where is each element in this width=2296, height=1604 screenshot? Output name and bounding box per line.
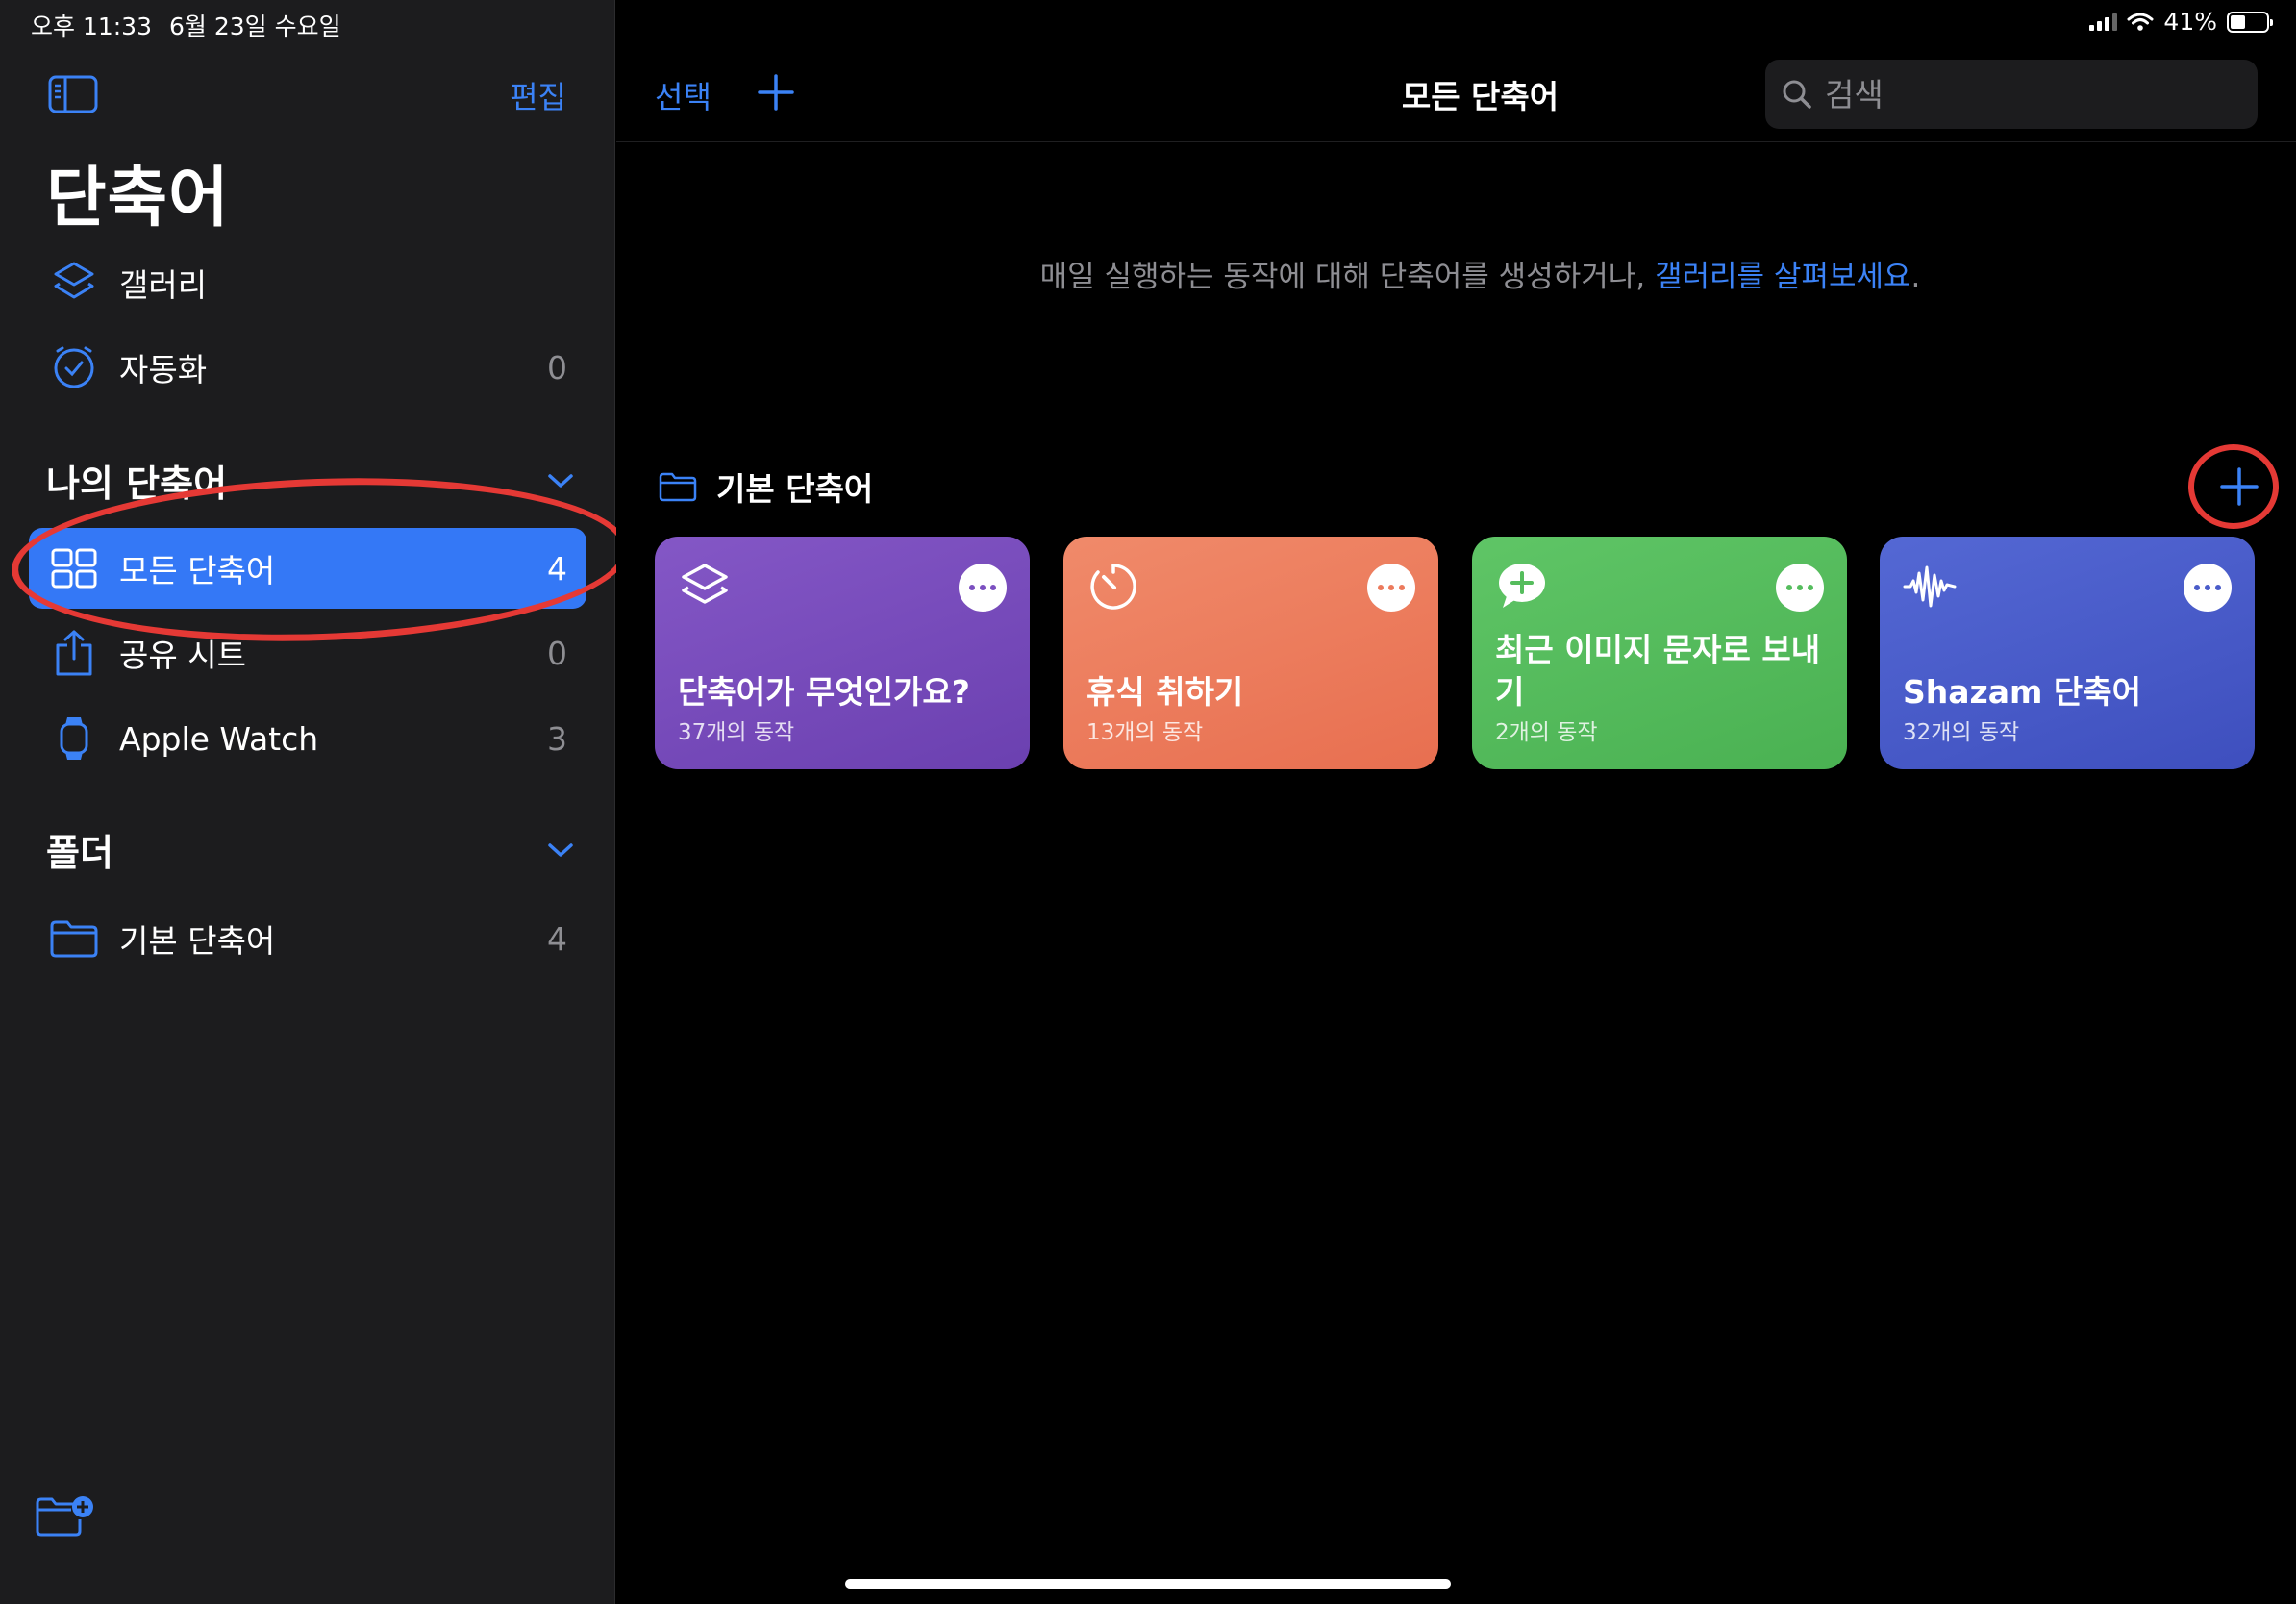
shortcut-title: 최근 이미지 문자로 보내기 [1495, 631, 1821, 711]
sidebar-item-label: 자동화 [119, 351, 208, 388]
sidebar-item-count: 4 [547, 549, 567, 588]
sidebar-item-label: 갤러리 [119, 266, 208, 304]
sidebar-item-count: 4 [547, 919, 567, 958]
app-title: 단축어 [46, 161, 230, 237]
shortcut-card[interactable]: 최근 이미지 문자로 보내기 2개의 동작 [1472, 537, 1847, 769]
folder-icon [48, 913, 100, 965]
home-indicator[interactable] [845, 1579, 1451, 1589]
layers-icon [682, 564, 728, 604]
shortcut-action-count: 13개의 동작 [1086, 720, 1204, 745]
sidebar-item-automation[interactable]: 자동화 0 [29, 327, 586, 408]
shortcut-title: 휴식 취하기 [1086, 673, 1244, 711]
search-icon [1783, 80, 1811, 109]
shortcut-action-count: 37개의 동작 [678, 720, 795, 745]
chevron-down-icon[interactable] [546, 840, 575, 860]
timer-icon [1090, 564, 1136, 610]
section-title: 폴더 [46, 832, 113, 874]
folder-title: 기본 단축어 [716, 470, 874, 508]
folder-section-header: 기본 단축어 [659, 464, 873, 510]
sidebar-item-count: 0 [547, 634, 567, 672]
intro-period: . [1910, 260, 1921, 294]
more-options-button[interactable] [1367, 564, 1415, 612]
shortcut-title: Shazam 단축어 [1903, 673, 2141, 711]
chevron-down-icon[interactable] [546, 471, 575, 490]
more-options-button[interactable] [959, 564, 1007, 612]
clock-icon [48, 341, 100, 393]
intro-message: 매일 실행하는 동작에 대해 단축어를 생성하거나, 갤러리를 살펴보세요. [616, 252, 2296, 295]
my-shortcuts-header[interactable]: 나의 단축어 [46, 454, 575, 507]
sidebar-toggle-icon[interactable] [48, 75, 98, 113]
waveform-icon [1903, 565, 1957, 608]
gallery-link[interactable]: 갤러리를 살펴보세요 [1655, 260, 1911, 294]
main-content: 41% 선택 모든 단축어 매일 실행하는 동작에 대해 단축어를 생성하거나,… [616, 0, 2296, 1604]
search-bar[interactable] [1765, 60, 2258, 129]
shortcut-card[interactable]: 단축어가 무엇인가요? 37개의 동작 [655, 537, 1030, 769]
grid-icon [48, 542, 100, 594]
sidebar-item-count: 0 [547, 348, 567, 387]
intro-text: 매일 실행하는 동작에 대해 단축어를 생성하거나, [1039, 260, 1655, 294]
sidebar-item-all-shortcuts[interactable]: 모든 단축어 4 [29, 528, 586, 609]
sidebar-item-apple-watch[interactable]: Apple Watch 3 [29, 698, 586, 779]
layers-icon [48, 257, 100, 309]
sidebar-item-label: 기본 단축어 [119, 922, 276, 960]
sidebar-item-label: Apple Watch [119, 719, 319, 758]
more-options-button[interactable] [2184, 564, 2232, 612]
status-date: 6월 23일 수요일 [169, 13, 341, 40]
sidebar-item-share-sheet[interactable]: 공유 시트 0 [29, 613, 586, 693]
shortcut-action-count: 2개의 동작 [1495, 720, 1598, 745]
status-time: 오후 11:33 [31, 13, 152, 40]
sidebar-item-gallery[interactable]: 갤러리 [29, 242, 586, 323]
sidebar: 오후 11:33 6월 23일 수요일 편집 단축어 갤러리 자동화 0 나의 … [0, 0, 632, 1604]
new-folder-icon[interactable] [35, 1494, 94, 1539]
sidebar-item-label: 모든 단축어 [119, 552, 276, 589]
shortcut-card[interactable]: Shazam 단축어 32개의 동작 [1880, 537, 2255, 769]
message-plus-icon [1499, 564, 1545, 608]
sidebar-item-label: 공유 시트 [119, 637, 246, 674]
navigation-bar: 선택 모든 단축어 [616, 0, 2296, 142]
folder-icon [659, 472, 697, 502]
sidebar-item-basic-shortcuts-folder[interactable]: 기본 단축어 4 [29, 898, 586, 979]
status-bar-left: 오후 11:33 6월 23일 수요일 [31, 8, 341, 42]
sidebar-item-count: 3 [547, 719, 567, 758]
edit-button[interactable]: 편집 [510, 73, 566, 117]
section-title: 나의 단축어 [46, 463, 228, 505]
folders-header[interactable]: 폴더 [46, 823, 575, 876]
shortcut-action-count: 32개의 동작 [1903, 720, 2020, 745]
shortcut-card[interactable]: 휴식 취하기 13개의 동작 [1063, 537, 1438, 769]
share-icon [48, 627, 100, 679]
more-options-button[interactable] [1776, 564, 1824, 612]
add-to-folder-button[interactable] [2218, 465, 2260, 508]
shortcut-title: 단축어가 무엇인가요? [678, 673, 970, 711]
watch-icon [48, 713, 100, 764]
search-input[interactable] [1825, 75, 2229, 113]
